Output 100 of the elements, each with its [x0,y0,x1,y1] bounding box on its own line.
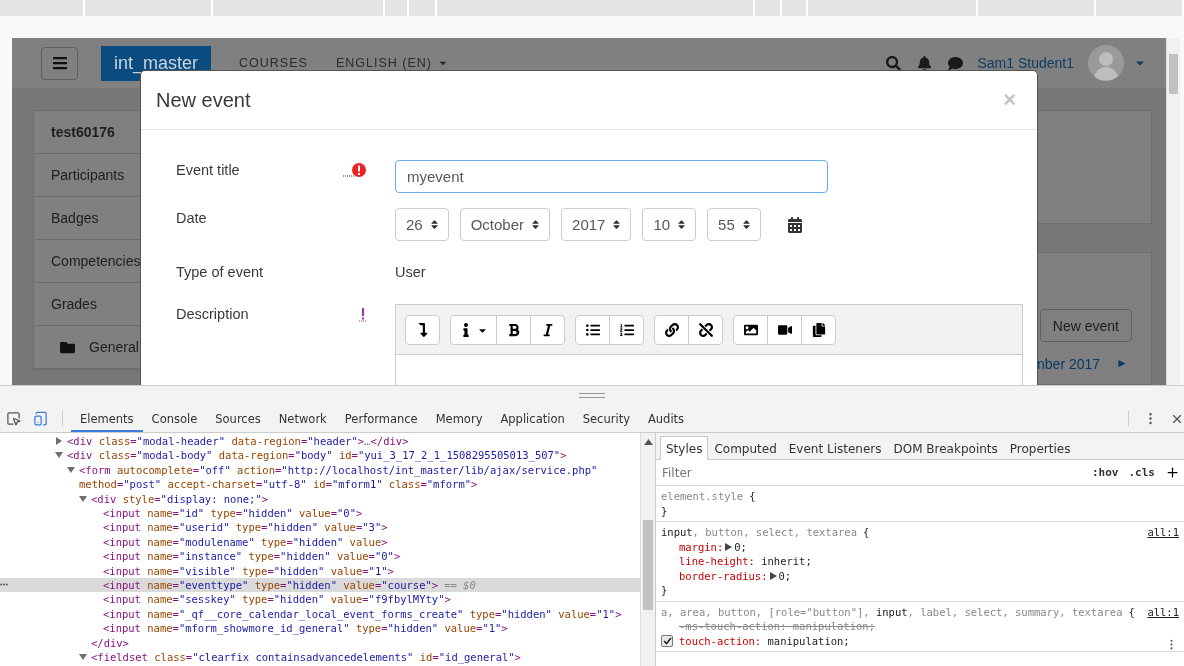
editor-toolbar-button[interactable] [767,315,802,345]
html-tag-text: <fieldset class="clearfix containsadvancedelements" id="id_general"> [91,650,521,665]
dom-tree-row[interactable]: <input name="userid" type="hidden" value="3"> [0,520,640,535]
devtools-tab[interactable]: Console [142,405,207,432]
expand-triangle-icon[interactable] [725,542,733,551]
source-link[interactable]: all:1 [1147,525,1179,540]
device-icon[interactable] [33,411,48,426]
editor-toolbar-button[interactable] [450,315,497,345]
css-declaration: border-radius: 0; [679,568,792,583]
devtools-tab[interactable]: Application [491,405,574,432]
dom-tree-row[interactable]: <div class="modal-body" data-region="body" id="yui_3_17_2_1_1508295505013_507"> [0,448,640,463]
dom-tree-row[interactable]: <fieldset class="clearfix containsadvancedelements" id="id_general"> [0,650,640,665]
bold-icon [506,323,521,337]
html-tag-text: <input name="mform_showmore_id_general" type="hidden" value="1"> [103,621,508,636]
expand-triangle-icon[interactable] [769,571,777,580]
devtools-tab[interactable]: Network [269,405,336,432]
nav-link[interactable]: COURSES [239,56,308,70]
menu-button[interactable] [41,46,78,80]
bell-icon[interactable] [917,55,933,71]
editor-toolbar-button[interactable] [575,315,610,345]
html-tag-text: <div class="modal-header" data-region="header">…</div> [67,434,409,449]
dropdown-select[interactable]: 26 [395,208,449,241]
html-tag-text: <input name="visible" type="hidden" value="1"> [103,563,394,579]
add-rule-icon[interactable] [1165,465,1180,480]
css-brace: { [1128,605,1135,618]
dropdown-select[interactable]: 55 [707,208,761,241]
dom-tree-row[interactable]: <div style="display: none;"> [0,491,640,507]
dom-tree-row[interactable]: <div class="modal-header" data-region="header">…</div> [0,434,640,449]
class-toggle[interactable]: .cls [1128,466,1155,479]
triangle-down-icon[interactable] [79,653,87,662]
nav-link[interactable]: ENGLISH (EN) [335,56,448,70]
css-declaration: touch-action: manipulation; [679,633,850,648]
dom-tree-row[interactable]: <input name="_qf__core_calendar_local_event_forms_create" type="hidden" value="1"> [0,606,640,622]
styles-tab[interactable]: Computed [708,436,783,460]
editor-toolbar-button[interactable] [688,315,723,345]
dom-tree-row[interactable]: <input name="instance" type="hidden" value="0"> [0,549,640,564]
css-brace: { [749,490,756,502]
triangle-down-icon[interactable] [55,451,63,460]
devtools-tab[interactable]: Performance [335,405,427,432]
html-tag-text: <form autocomplete="off" action="http://localhost/int_master/lib/ajax/service.php" method="post" accept-charset="utf-8" id="mform1" class="mform"> [79,462,599,492]
editor-toolbar-button[interactable] [801,315,836,345]
html-tag-text: <input name="userid" type="hidden" value="3"> [103,520,388,535]
scroll-up-icon[interactable] [644,439,653,445]
scrollbar[interactable] [1166,38,1180,385]
hover-toggle[interactable]: :hov [1092,466,1119,479]
files-icon [811,323,826,337]
styles-tab[interactable]: Properties [1003,436,1077,460]
new-event-button[interactable]: New event [1039,309,1132,342]
editor-toolbar-button[interactable] [405,315,440,345]
styles-tab[interactable]: DOM Breakpoints [887,436,1004,460]
chat-icon[interactable] [948,55,964,71]
dom-tree-row[interactable]: <input name="visible" type="hidden" value="1"> [0,563,640,579]
html-tag-text: <div class="modal-body" data-region="body" id="yui_3_17_2_1_1508295505013_507"> [67,448,567,463]
event-title-field[interactable]: myevent [395,160,828,193]
css-declaration: -ms-touch-action: manipulation; [679,619,875,634]
calendar-icon[interactable] [786,216,803,233]
editor-toolbar-button[interactable] [496,315,531,345]
sort-arrows-icon [611,219,623,230]
scrollbar[interactable] [640,433,655,666]
dom-tree-row[interactable]: <input name="eventtype" type="hidden" value="course"> == $0 [0,578,640,593]
css-declaration: line-height: inherit; [679,554,812,569]
triangle-down-icon[interactable] [67,465,75,474]
editor-toolbar-button[interactable] [733,315,768,345]
editor-toolbar-button[interactable] [530,315,565,345]
dom-tree-row[interactable]: <input name="id" type="hidden" value="0"> [0,506,640,521]
dom-tree-row[interactable]: <input name="mform_showmore_id_general" type="hidden" value="1"> [0,621,640,636]
triangle-down-icon[interactable] [79,494,87,503]
sort-arrows-icon [428,219,440,230]
devtools-tab[interactable]: Sources [206,405,270,432]
triangle-right-icon[interactable] [55,437,63,445]
dots-icon [0,583,8,587]
devtools-tab[interactable]: Elements [71,405,143,432]
field-label: Date [176,209,208,228]
styles-tab[interactable]: Event Listeners [782,436,888,460]
html-tag-text: <input name="sesskey" type="hidden" value="f9fbylMYty"> [103,592,451,607]
dropdown-select[interactable]: October [459,208,551,241]
resize-handle[interactable] [0,385,1184,405]
devtools-tab[interactable]: Memory [426,405,492,432]
devtools-tab[interactable]: Audits [638,405,694,432]
html-tag-text: <input name="eventtype" type="hidden" value="course"> [103,578,439,593]
dropdown-select[interactable]: 10 [642,208,697,241]
editor-toolbar-button[interactable] [609,315,644,345]
html-tag-text: </div> [91,635,129,651]
dom-tree-row[interactable]: <form autocomplete="off" action="http://localhost/int_master/lib/ajax/service.php" method="post" accept-charset="utf-8" id="mform1" class="mform"> [0,462,640,492]
video-camera-icon [777,323,792,337]
inspect-icon[interactable] [6,411,21,426]
source-link[interactable]: all:1 [1147,604,1179,619]
html-tag-text: <input name="modulename" type="hidden" value> [103,534,388,550]
devtools-tab[interactable]: Security [573,405,639,432]
styles-tab[interactable]: Styles [660,436,709,460]
editor-toolbar-button[interactable] [654,315,689,345]
dom-tree-row[interactable]: <input name="sesskey" type="hidden" value="f9fbylMYty"> [0,592,640,607]
checkbox[interactable] [661,634,673,647]
html-tag-text: <input name="_qf__core_calendar_local_event_forms_create" type="hidden" value="1"> [103,606,622,622]
dom-tree-row[interactable]: <input name="modulename" type="hidden" value> [0,534,640,550]
search-icon[interactable] [886,55,902,71]
css-selector: input, button, select, textarea [661,526,857,538]
css-brace: } [661,504,668,517]
dropdown-select[interactable]: 2017 [561,208,632,241]
bullet-list-icon [585,323,600,337]
